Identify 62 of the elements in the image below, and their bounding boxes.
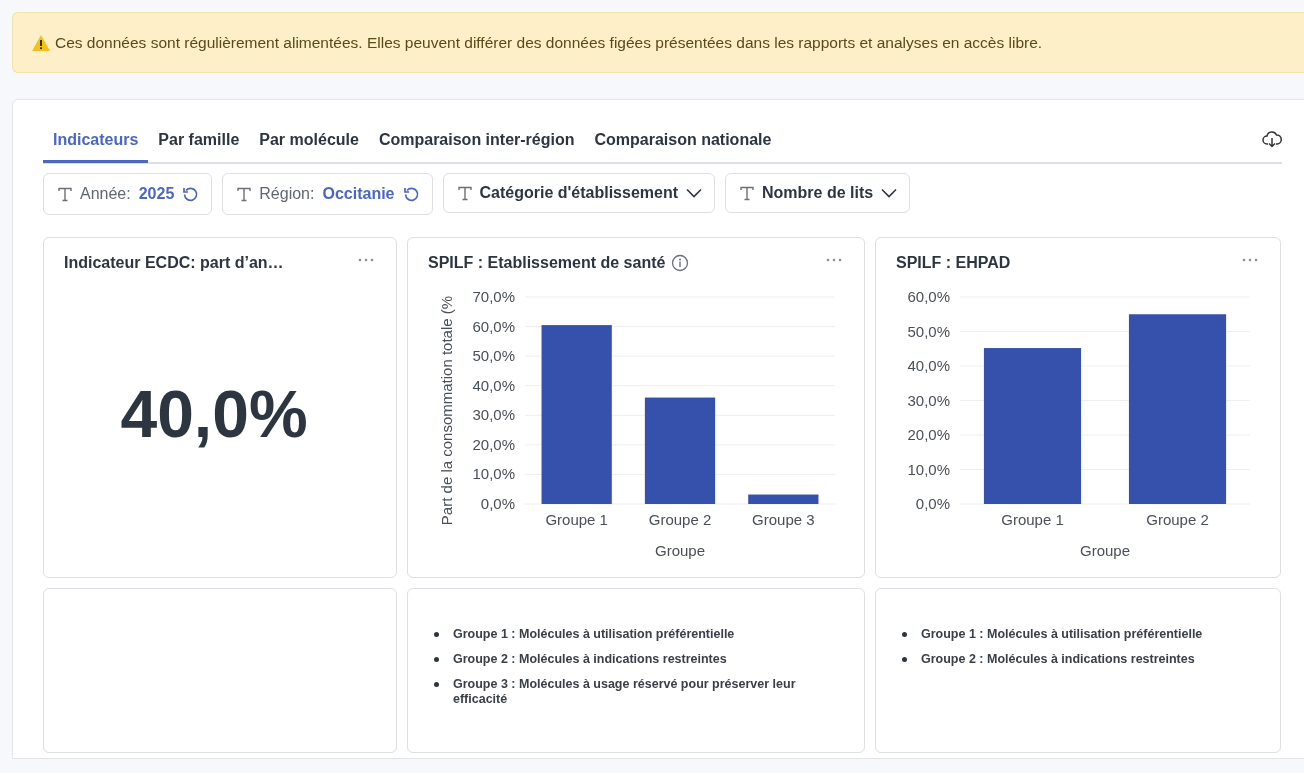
axis-title: Groupe bbox=[1080, 542, 1130, 559]
legend-item: Groupe 2 : Molécules à indications restreintes bbox=[921, 652, 1195, 667]
text-type-icon bbox=[457, 185, 472, 201]
bullet-icon bbox=[902, 657, 907, 662]
tick-label: 30,0% bbox=[907, 391, 950, 409]
kpi-value: 40,0% bbox=[120, 376, 308, 452]
tick-label: 10,0% bbox=[472, 465, 515, 483]
filter-chip[interactable]: Année: 2025 bbox=[43, 173, 213, 215]
warning-icon bbox=[31, 33, 51, 52]
chevron-down-icon bbox=[686, 188, 703, 198]
banner-text: Ces données sont régulièrement alimentées. Elles peuvent différer des données figées présentées dans les rapports et analyses en accès libre. bbox=[55, 33, 1043, 52]
category-label: Groupe 2 bbox=[648, 511, 712, 528]
tab[interactable]: Par molécule bbox=[249, 119, 369, 163]
legend-item: Groupe 2 : Molécules à indications restreintes bbox=[453, 652, 727, 667]
text-type-icon bbox=[58, 186, 72, 202]
more-icon[interactable] bbox=[358, 258, 374, 262]
category-label: Groupe 1 bbox=[545, 511, 608, 528]
tick-label: 40,0% bbox=[472, 376, 515, 394]
tick-label: 40,0% bbox=[907, 357, 950, 374]
tab[interactable]: Comparaison nationale bbox=[584, 119, 782, 163]
tab[interactable]: Par famille bbox=[148, 119, 250, 163]
text-type-icon bbox=[740, 185, 755, 201]
legend-item: Groupe 1 : Molécules à utilisation préférentielle bbox=[453, 627, 735, 642]
tick-label: 60,0% bbox=[472, 317, 515, 335]
more-icon[interactable] bbox=[826, 258, 842, 262]
bullet-icon bbox=[902, 632, 907, 637]
tick-label: 20,0% bbox=[472, 435, 515, 453]
category-label: Groupe 2 bbox=[1146, 511, 1209, 528]
card-title: SPILF : Etablissement de santé bbox=[428, 254, 666, 272]
text-type-icon bbox=[237, 186, 252, 202]
more-icon[interactable] bbox=[1242, 258, 1258, 262]
tick-label: 70,0% bbox=[472, 288, 515, 305]
card-title: Indicateur ECDC: part d’an… bbox=[64, 254, 284, 272]
info-icon[interactable] bbox=[671, 254, 690, 272]
reset-icon[interactable] bbox=[402, 185, 420, 203]
filter-dropdown[interactable]: Catégorie d'établissement bbox=[442, 173, 716, 213]
reset-icon[interactable] bbox=[182, 185, 200, 203]
card-title: SPILF : EHPAD bbox=[896, 254, 1011, 272]
category-label: Groupe 3 bbox=[752, 511, 815, 528]
filter-chip[interactable]: Région: Occitanie bbox=[222, 173, 433, 215]
tick-label: 0,0% bbox=[915, 495, 950, 512]
bar bbox=[748, 494, 819, 504]
filter-dropdown[interactable]: Nombre de lits bbox=[725, 173, 911, 213]
tab[interactable]: Comparaison inter-région bbox=[368, 119, 585, 163]
category-label: Groupe 1 bbox=[1001, 511, 1064, 528]
legend-item: Groupe 3 : Molécules à usage réservé pour préserver leur efficacité bbox=[453, 677, 797, 707]
axis-title: Groupe bbox=[655, 542, 705, 559]
tick-label: 0,0% bbox=[480, 495, 515, 512]
chevron-down-icon bbox=[881, 188, 898, 198]
tick-label: 60,0% bbox=[907, 288, 950, 305]
axis-title: Part de la consommation totale (% bbox=[438, 295, 455, 526]
bullet-icon bbox=[434, 632, 439, 637]
tab[interactable]: Indicateurs bbox=[43, 119, 149, 163]
tick-label: 20,0% bbox=[907, 426, 950, 443]
tick-label: 10,0% bbox=[907, 460, 950, 478]
bullet-icon bbox=[434, 657, 439, 662]
tick-label: 30,0% bbox=[472, 406, 515, 424]
tick-label: 50,0% bbox=[472, 347, 515, 365]
cloud-download-icon[interactable] bbox=[1262, 131, 1282, 149]
tick-label: 50,0% bbox=[907, 322, 950, 340]
legend-item: Groupe 1 : Molécules à utilisation préférentielle bbox=[921, 627, 1203, 642]
bullet-icon bbox=[434, 682, 439, 687]
